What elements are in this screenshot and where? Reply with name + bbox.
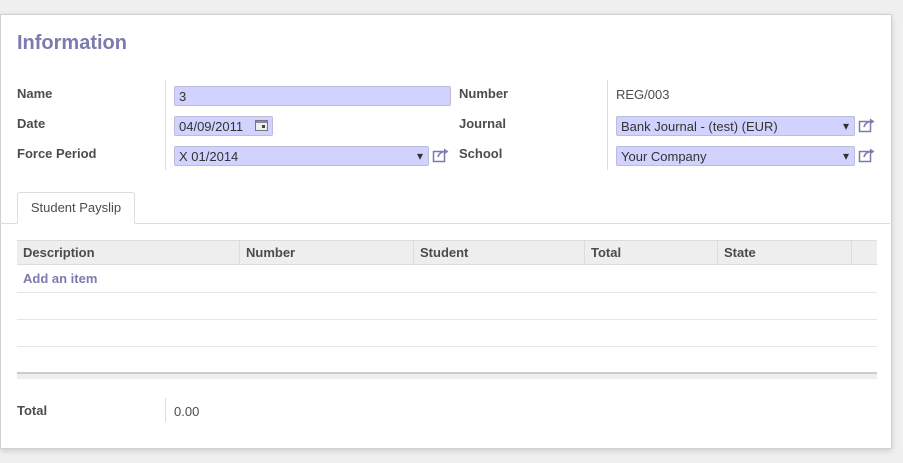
force-period-value: X 01/2014 xyxy=(179,149,239,164)
number-value: REG/003 xyxy=(616,87,670,102)
calendar-icon[interactable] xyxy=(255,120,268,131)
journal-select[interactable]: Bank Journal - (test) (EUR) xyxy=(616,116,855,136)
column-description[interactable]: Description xyxy=(17,241,239,265)
external-link-icon[interactable] xyxy=(858,117,876,133)
table-row xyxy=(17,319,877,320)
column-actions xyxy=(851,241,877,265)
journal-value: Bank Journal - (test) (EUR) xyxy=(621,119,778,134)
school-value: Your Company xyxy=(621,149,707,164)
right-column-divider xyxy=(607,80,608,170)
table-header: Description Number Student Total State xyxy=(17,240,877,265)
section-title: Information xyxy=(17,32,127,54)
left-column-divider xyxy=(165,80,166,170)
date-field[interactable]: 04/09/2011 xyxy=(174,116,273,136)
total-value: 0.00 xyxy=(174,404,200,419)
table-footer xyxy=(17,372,877,379)
table-row xyxy=(17,346,877,347)
school-label: School xyxy=(459,146,503,161)
number-label: Number xyxy=(459,86,509,101)
name-field[interactable]: 3 xyxy=(174,86,451,106)
force-period-select[interactable]: X 01/2014 xyxy=(174,146,429,166)
journal-label: Journal xyxy=(459,116,506,131)
total-divider xyxy=(165,398,166,422)
external-link-icon[interactable] xyxy=(432,147,450,163)
column-number[interactable]: Number xyxy=(239,241,413,265)
tab-student-payslip[interactable]: Student Payslip xyxy=(17,192,135,224)
form-sheet xyxy=(0,14,892,449)
date-label: Date xyxy=(17,116,46,131)
total-label: Total xyxy=(17,403,48,418)
school-select[interactable]: Your Company xyxy=(616,146,855,166)
force-period-label: Force Period xyxy=(17,146,97,161)
column-state[interactable]: State xyxy=(717,241,851,265)
date-value: 04/09/2011 xyxy=(179,119,244,134)
column-total[interactable]: Total xyxy=(584,241,717,265)
table-row xyxy=(17,292,877,293)
external-link-icon[interactable] xyxy=(858,147,876,163)
column-student[interactable]: Student xyxy=(413,241,584,265)
name-label: Name xyxy=(17,86,53,101)
add-item-link[interactable]: Add an item xyxy=(23,271,97,286)
